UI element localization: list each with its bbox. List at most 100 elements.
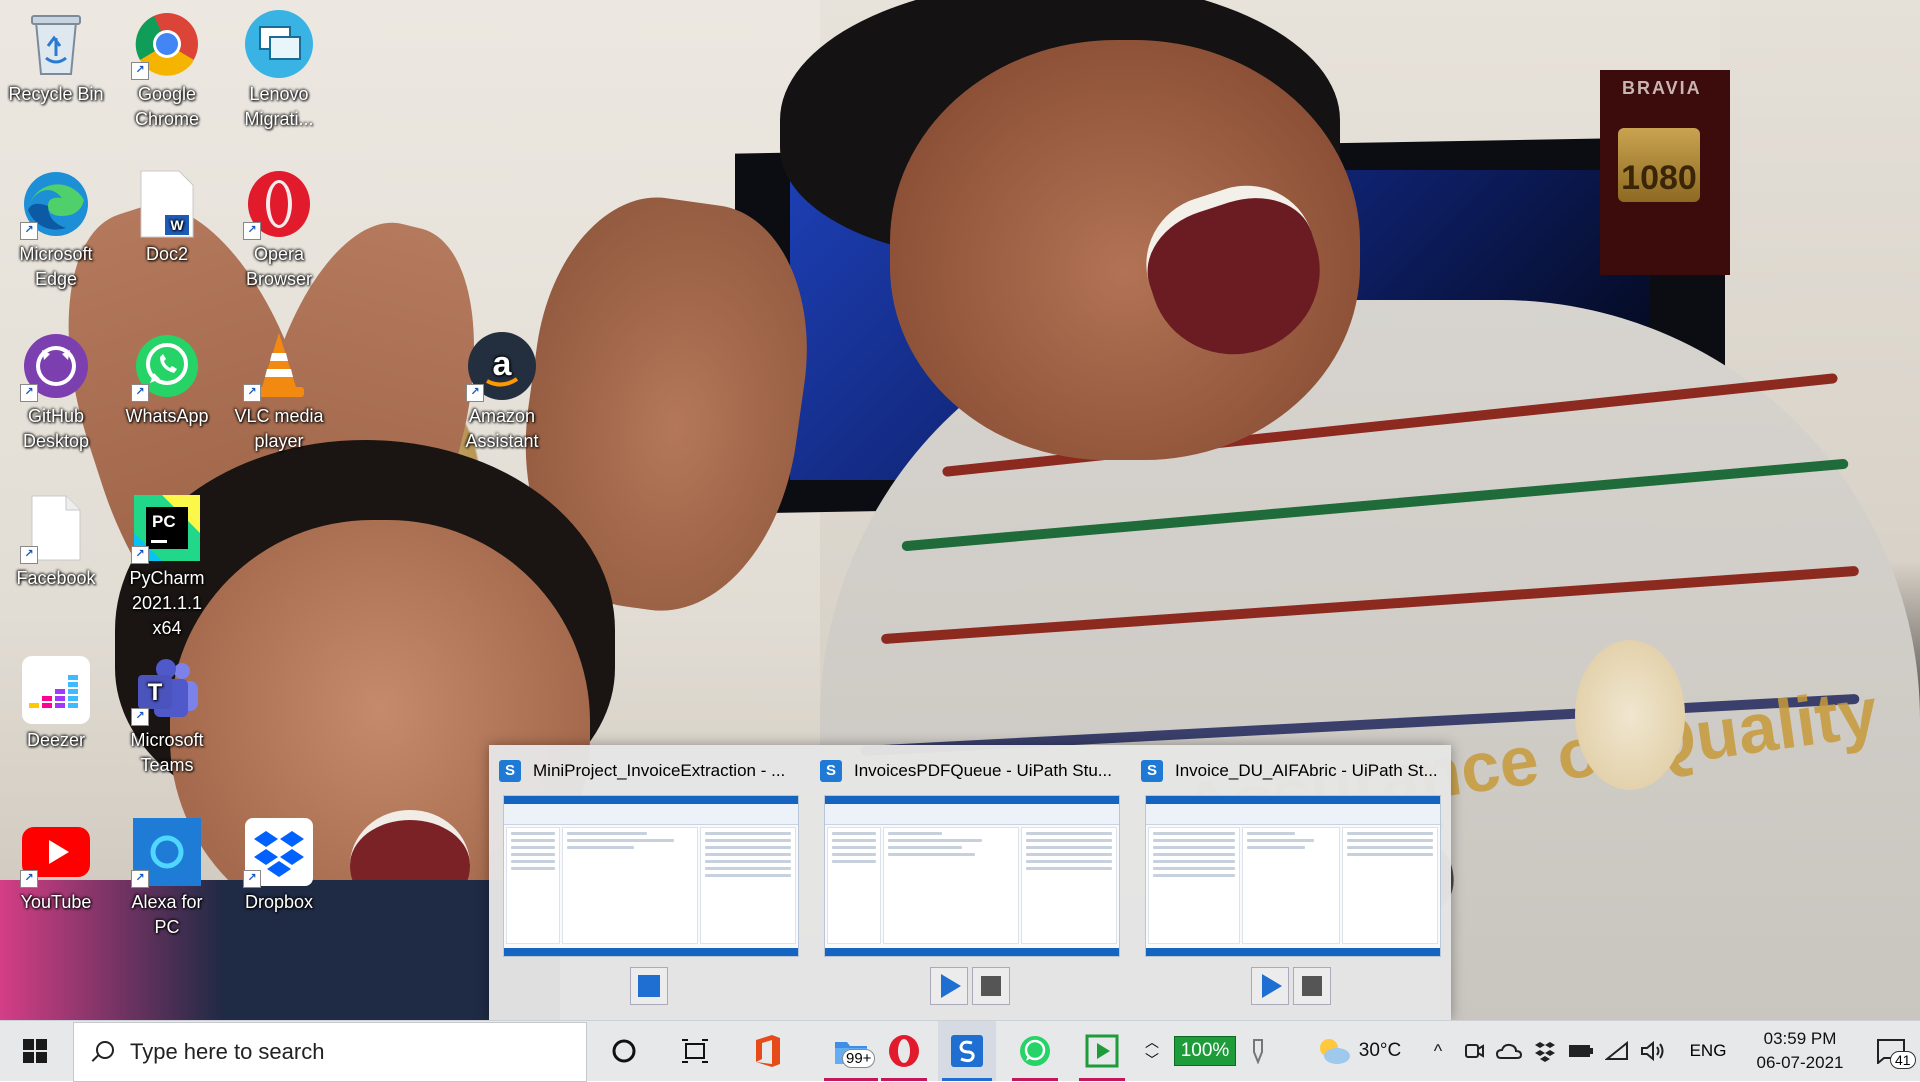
stop-icon: [981, 976, 1001, 996]
stop-button[interactable]: [1293, 967, 1331, 1005]
chevron-down-icon: ﹀: [1145, 1052, 1159, 1068]
desktop-icon-github-desktop[interactable]: ↗ GitHub Desktop: [6, 330, 106, 454]
desktop-icon-label: Deezer: [26, 730, 86, 750]
tray-meet-now[interactable]: [1459, 1021, 1489, 1081]
dropbox-icon: [1535, 1042, 1555, 1062]
taskbar-opera[interactable]: [875, 1021, 933, 1081]
pen-icon: [1253, 1039, 1263, 1064]
desktop-icon-whatsapp[interactable]: ↗ WhatsApp: [117, 330, 217, 429]
desktop-icon-opera-browser[interactable]: ↗ Opera Browser: [229, 168, 329, 292]
uipath-studio-icon: S: [1141, 760, 1163, 782]
desktop-icon-deezer[interactable]: Deezer: [6, 654, 106, 753]
meet-now-icon: [1465, 1044, 1484, 1058]
taskbar-office[interactable]: [738, 1021, 796, 1081]
desktop-icon-lenovo-migration[interactable]: Lenovo Migrati...: [229, 8, 329, 132]
touch-keyboard-button[interactable]: [1243, 1021, 1273, 1081]
battery-meter[interactable]: 100%: [1170, 1021, 1240, 1081]
desktop-icon-label: WhatsApp: [125, 406, 209, 426]
stop-icon: [638, 975, 660, 997]
taskbar-whatsapp[interactable]: [1006, 1021, 1064, 1081]
pycharm-icon: PC ↗: [131, 492, 203, 564]
taskbar-media-player[interactable]: [1073, 1021, 1131, 1081]
desktop-icon-amazon-assistant[interactable]: a ↗ Amazon Assistant: [452, 330, 552, 454]
windows-logo-icon: [23, 1039, 47, 1063]
desktop-icon-youtube[interactable]: ↗ YouTube: [6, 816, 106, 915]
desktop-icon-doc2[interactable]: W Doc2: [117, 168, 217, 267]
shortcut-arrow-icon: ↗: [131, 546, 149, 564]
desktop-icon-alexa[interactable]: ↗ Alexa for PC: [117, 816, 217, 940]
desktop-icon-recycle-bin[interactable]: Recycle Bin: [6, 8, 106, 107]
desktop-icon-google-chrome[interactable]: ↗ Google Chrome: [117, 8, 217, 132]
uipath-studio-icon: S: [820, 760, 842, 782]
svg-text:W: W: [170, 217, 184, 233]
search-box[interactable]: Type here to search: [73, 1022, 587, 1082]
taskbar-scroll[interactable]: ︿ ﹀: [1138, 1021, 1166, 1081]
wifi-icon: [1605, 1041, 1628, 1060]
desktop-icon-label: Microsoft Teams: [130, 730, 204, 775]
shortcut-arrow-icon: ↗: [466, 384, 484, 402]
run-button[interactable]: [930, 967, 968, 1005]
show-hidden-icons-button[interactable]: ^: [1423, 1021, 1453, 1081]
svg-text:PC: PC: [152, 512, 176, 531]
tray-network[interactable]: [1602, 1021, 1632, 1081]
desktop-icon-label: Recycle Bin: [8, 84, 104, 104]
window-thumbnail[interactable]: [1145, 795, 1441, 957]
window-preview[interactable]: S Invoice_DU_AIFAbric - UiPath St...: [1131, 745, 1451, 1020]
start-button[interactable]: [0, 1021, 70, 1081]
desktop-icon-teams[interactable]: T ↗ Microsoft Teams: [117, 654, 217, 778]
stop-button[interactable]: [630, 967, 668, 1005]
desktop-icon-facebook[interactable]: ↗ Facebook: [6, 492, 106, 591]
desktop-icon-label: GitHub Desktop: [22, 406, 90, 451]
notification-badge: 99+: [842, 1049, 876, 1068]
desktop-icon-label: YouTube: [20, 892, 92, 912]
window-thumbnail[interactable]: [824, 795, 1120, 957]
shortcut-arrow-icon: ↗: [131, 62, 149, 80]
clock-button[interactable]: 03:59 PM 06-07-2021: [1738, 1021, 1862, 1081]
window-preview-title[interactable]: S InvoicesPDFQueue - UiPath Stu...: [820, 757, 1120, 785]
wallpaper-fullhd-badge: 1080: [1618, 128, 1700, 202]
window-preview-title[interactable]: S Invoice_DU_AIFAbric - UiPath St...: [1141, 757, 1441, 785]
tray-battery[interactable]: [1566, 1021, 1596, 1081]
window-preview-title-text: MiniProject_InvoiceExtraction - ...: [533, 761, 786, 780]
tray-dropbox[interactable]: [1530, 1021, 1560, 1081]
desktop-icon-microsoft-edge[interactable]: ↗ Microsoft Edge: [6, 168, 106, 292]
window-preview-title-text: InvoicesPDFQueue - UiPath Stu...: [854, 761, 1112, 780]
amazon-icon: a ↗: [466, 330, 538, 402]
window-thumbnail[interactable]: [503, 795, 799, 957]
taskbar-uipath-studio[interactable]: [938, 1021, 996, 1081]
vlc-cone-icon: ↗: [243, 330, 315, 402]
action-center-button[interactable]: 41: [1862, 1021, 1920, 1081]
tray-onedrive[interactable]: [1494, 1021, 1524, 1081]
weather-widget[interactable]: 30°C: [1306, 1021, 1410, 1081]
taskbar: Type here to search 99+ ︿ ﹀ 100% 30°C ^ …: [0, 1020, 1920, 1082]
deezer-icon: [20, 654, 92, 726]
shortcut-arrow-icon: ↗: [243, 870, 261, 888]
window-preview[interactable]: S MiniProject_InvoiceExtraction - ...: [489, 745, 809, 1020]
shortcut-arrow-icon: ↗: [131, 384, 149, 402]
desktop-icon-vlc[interactable]: ↗ VLC media player: [229, 330, 329, 454]
cortana-button[interactable]: [595, 1021, 653, 1081]
wallpaper-tv-brand: BRAVIA: [1622, 78, 1702, 98]
run-button[interactable]: [1251, 967, 1289, 1005]
desktop-icon-label: Opera Browser: [245, 244, 312, 289]
onedrive-cloud-icon: [1496, 1043, 1522, 1059]
uipath-studio-icon: [951, 1035, 983, 1067]
cortana-circle-icon: [612, 1039, 636, 1063]
shortcut-arrow-icon: ↗: [20, 870, 38, 888]
clock-time: 03:59 PM: [1763, 1029, 1837, 1048]
play-icon: [941, 974, 961, 998]
desktop-icon-label: Alexa for PC: [131, 892, 203, 937]
clock-date: 06-07-2021: [1756, 1053, 1844, 1072]
desktop-icon-dropbox[interactable]: ↗ Dropbox: [229, 816, 329, 915]
task-view-icon: [682, 1039, 708, 1063]
window-preview-title[interactable]: S MiniProject_InvoiceExtraction - ...: [499, 757, 799, 785]
desktop-icon-label: Microsoft Edge: [19, 244, 93, 289]
thumbnail-toolbar: [489, 967, 809, 1007]
window-preview[interactable]: S InvoicesPDFQueue - UiPath Stu...: [810, 745, 1130, 1020]
task-view-button[interactable]: [666, 1021, 724, 1081]
desktop-icon-pycharm[interactable]: PC ↗ PyCharm 2021.1.1 x64: [117, 492, 217, 641]
stop-button[interactable]: [972, 967, 1010, 1005]
input-language-button[interactable]: ENG: [1680, 1021, 1736, 1081]
wallpaper-shirt-badge: [1575, 640, 1685, 790]
tray-volume[interactable]: [1638, 1021, 1668, 1081]
